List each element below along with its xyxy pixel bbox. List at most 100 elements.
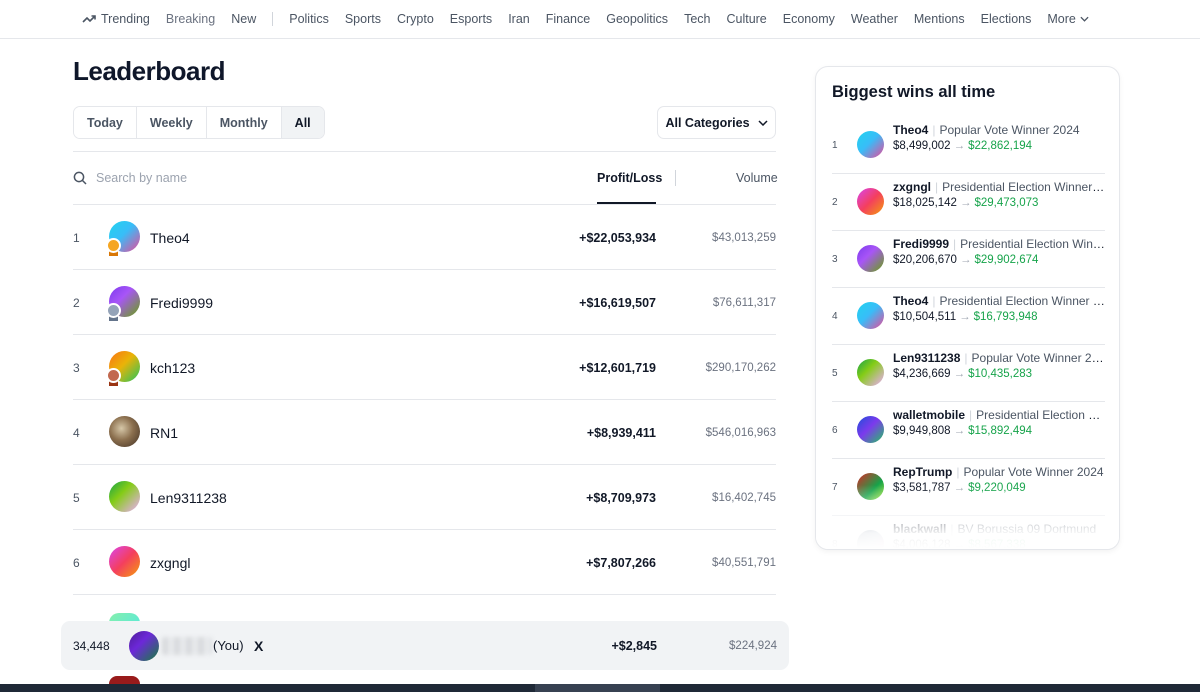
win-rank: 7: [832, 482, 838, 493]
nav-more[interactable]: More: [1047, 12, 1089, 26]
list-item[interactable]: 4 Theo4 | Presidential Election Winner 2024…: [832, 288, 1105, 345]
nav-item-politics[interactable]: Politics: [289, 12, 329, 26]
list-item[interactable]: 5 Len9311238 | Popular Vote Winner 2024 $4,2…: [832, 345, 1105, 402]
your-rank-row[interactable]: 34,448 (You) X +$2,845 $224,924: [61, 621, 789, 670]
nav-item-geopolitics[interactable]: Geopolitics: [606, 12, 668, 26]
row-username[interactable]: Len9311238: [150, 465, 227, 530]
avatar: [109, 416, 140, 447]
win-market[interactable]: Presidential Election Winner 2024: [939, 294, 1105, 308]
avatar: [857, 131, 884, 158]
tab-weekly[interactable]: Weekly: [136, 107, 207, 138]
table-row[interactable]: 4 RN1 +$8,939,411 $546,016,963: [73, 400, 776, 465]
tab-monthly[interactable]: Monthly: [206, 107, 282, 138]
win-from: $4,006,128: [893, 539, 951, 550]
win-from: $20,206,670: [893, 254, 957, 266]
nav-item-tech[interactable]: Tech: [684, 12, 710, 26]
win-market[interactable]: Presidential Election Winner 2024: [960, 237, 1105, 251]
win-username[interactable]: Fredi9999: [893, 237, 949, 251]
win-amount-line: $3,581,787 → $9,220,049: [893, 482, 1026, 494]
win-rank: 8: [832, 539, 838, 550]
page-title: Leaderboard: [73, 56, 226, 86]
nav-item-iran[interactable]: Iran: [508, 12, 530, 26]
avatar: [109, 481, 140, 512]
column-volume[interactable]: Volume: [736, 171, 778, 185]
divider: [73, 151, 776, 152]
tab-all[interactable]: All: [281, 107, 324, 138]
search-input[interactable]: [96, 171, 336, 185]
nav-item-culture[interactable]: Culture: [726, 12, 766, 26]
nav-item-finance[interactable]: Finance: [546, 12, 590, 26]
table-row[interactable]: 6 zxgngl +$7,807,266 $40,551,791: [73, 530, 776, 595]
win-from: $3,581,787: [893, 482, 951, 494]
nav-item-sports[interactable]: Sports: [345, 12, 381, 26]
win-title-line: Fredi9999 |Presidential Election Winner 2…: [893, 237, 1105, 251]
win-username[interactable]: zxgngl: [893, 180, 931, 194]
win-username[interactable]: Theo4: [893, 123, 928, 137]
nav-item-weather[interactable]: Weather: [851, 12, 898, 26]
win-market[interactable]: Presidential Election Winner 2024: [976, 408, 1105, 422]
x-icon[interactable]: X: [254, 621, 263, 670]
biggest-wins-card: Biggest wins all time 1 Theo4 | Popular Vot…: [815, 66, 1120, 550]
win-market[interactable]: BV Borussia 09 Dortmund: [958, 522, 1097, 536]
win-username[interactable]: blackwall: [893, 522, 946, 536]
arrow-right-icon: →: [953, 140, 966, 152]
win-title-line: zxgngl | Presidential Election Winner 2024: [893, 180, 1105, 194]
gold-medal-icon: [106, 238, 121, 253]
win-to: $10,435,283: [968, 368, 1033, 380]
win-market[interactable]: Popular Vote Winner 2024: [972, 351, 1105, 365]
list-item[interactable]: 3 Fredi9999 |Presidential Election Winner …: [832, 231, 1105, 288]
leaderboard-table: 1 Theo4 +$22,053,934 $43,013,259 2 Fredi9999 +…: [73, 205, 776, 595]
search-bar: [73, 164, 373, 192]
arrow-right-icon: →: [959, 254, 972, 266]
win-market[interactable]: Popular Vote Winner 2024: [939, 123, 1079, 137]
tab-today[interactable]: Today: [74, 107, 137, 138]
list-item[interactable]: 6 walletmobile |Presidential Election Winn…: [832, 402, 1105, 459]
taskbar: [0, 684, 1200, 692]
list-item[interactable]: 7 RepTrump | Popular Vote Winner 2024 $3,581…: [832, 459, 1105, 516]
nav-item-breaking[interactable]: Breaking: [166, 12, 215, 26]
win-username[interactable]: Len9311238: [893, 351, 960, 365]
win-amount-line: $18,025,142 → $29,473,073: [893, 197, 1038, 209]
nav-item-mentions[interactable]: Mentions: [914, 12, 965, 26]
row-username[interactable]: Fredi9999: [150, 270, 213, 335]
row-username[interactable]: Theo4: [150, 205, 190, 270]
table-row[interactable]: 1 Theo4 +$22,053,934 $43,013,259: [73, 205, 776, 270]
row-volume: $290,170,262: [705, 361, 776, 374]
table-row[interactable]: 3 kch123 +$12,601,719 $290,170,262: [73, 335, 776, 400]
category-dropdown[interactable]: All Categories: [657, 106, 776, 139]
win-username[interactable]: walletmobile: [893, 408, 965, 422]
win-rank: 5: [832, 368, 838, 379]
list-item[interactable]: 1 Theo4 | Popular Vote Winner 2024 $8,499,00…: [832, 117, 1105, 174]
win-username[interactable]: Theo4: [893, 294, 928, 308]
row-username[interactable]: zxgngl: [150, 530, 190, 595]
win-to: $8,567,338: [968, 539, 1026, 550]
row-username[interactable]: kch123: [150, 335, 195, 400]
list-item[interactable]: 2 zxgngl | Presidential Election Winner 202…: [832, 174, 1105, 231]
nav-item-economy[interactable]: Economy: [783, 12, 835, 26]
avatar: [857, 188, 884, 215]
win-rank: 1: [832, 140, 838, 151]
nav-item-elections[interactable]: Elections: [981, 12, 1032, 26]
row-rank: 4: [73, 425, 80, 440]
category-dropdown-label: All Categories: [665, 115, 750, 130]
nav-item-esports[interactable]: Esports: [450, 12, 492, 26]
win-username[interactable]: RepTrump: [893, 465, 952, 479]
avatar: [109, 546, 140, 577]
win-market[interactable]: Popular Vote Winner 2024: [963, 465, 1103, 479]
table-row[interactable]: 2 Fredi9999 +$16,619,507 $76,611,317: [73, 270, 776, 335]
win-rank: 2: [832, 197, 838, 208]
your-volume: $224,924: [729, 639, 777, 652]
nav-item-crypto[interactable]: Crypto: [397, 12, 434, 26]
redacted-username: [162, 637, 212, 655]
nav-item-trending[interactable]: Trending: [82, 12, 150, 26]
table-row[interactable]: 5 Len9311238 +$8,709,973 $16,402,745: [73, 465, 776, 530]
nav-item-new[interactable]: New: [231, 12, 256, 26]
win-market[interactable]: Presidential Election Winner 2024: [942, 180, 1105, 194]
row-profit-loss: +$8,939,411: [586, 425, 656, 440]
separator: |: [969, 408, 973, 422]
row-username[interactable]: RN1: [150, 400, 178, 465]
column-profit-loss[interactable]: Profit/Loss: [597, 171, 662, 185]
taskbar-item[interactable]: [535, 684, 660, 692]
row-profit-loss: +$16,619,507: [579, 295, 656, 310]
list-item[interactable]: 8 blackwall | BV Borussia 09 Dortmund $4,006…: [832, 516, 1105, 550]
